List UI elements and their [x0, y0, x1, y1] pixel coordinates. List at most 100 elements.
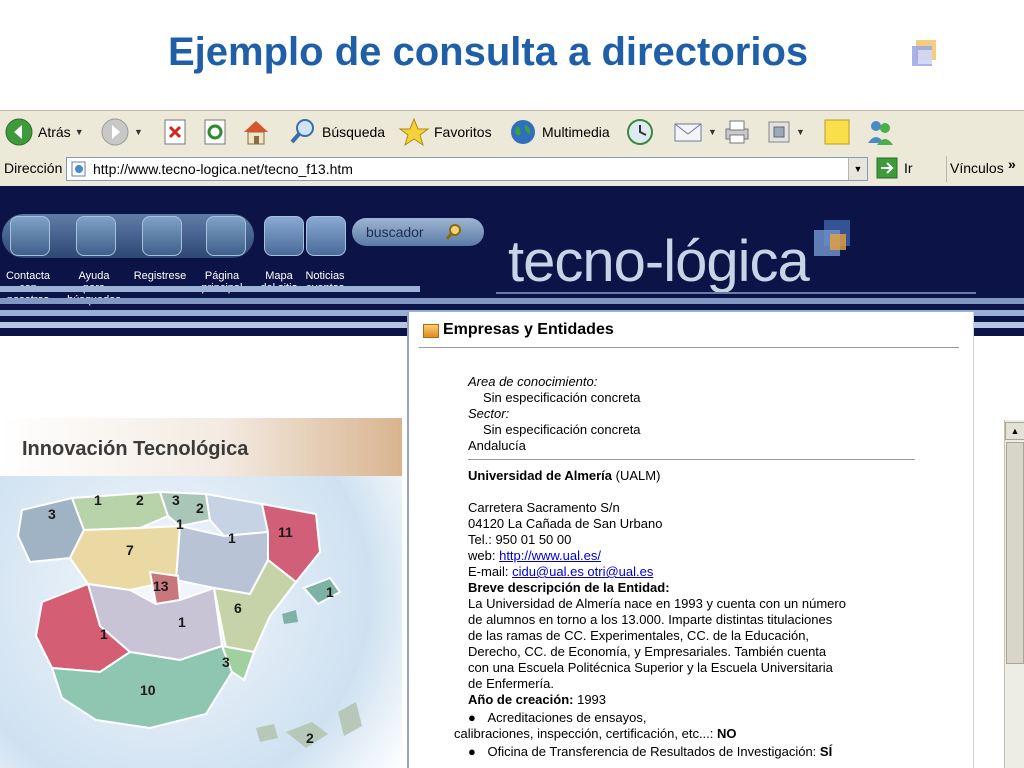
back-button[interactable]: Atrás ▼	[4, 115, 84, 149]
people-icon	[868, 121, 893, 145]
site-search-label[interactable]: buscador	[366, 224, 424, 240]
links-label[interactable]: Vínculos	[950, 160, 1004, 176]
forward-arrow-icon	[101, 118, 129, 146]
nav-label-register[interactable]: Registrese	[128, 270, 192, 282]
home-button[interactable]	[240, 115, 272, 149]
founded-value: 1993	[577, 692, 607, 707]
refresh-icon	[204, 119, 226, 145]
scroll-thumb[interactable]	[1006, 442, 1024, 664]
discuss-button[interactable]	[822, 115, 852, 149]
address-line: Carretera Sacramento S/n	[468, 500, 620, 515]
map-region	[70, 490, 170, 532]
innovation-title: Innovación Tecnológica	[22, 438, 249, 460]
description-heading: Breve descripción de la Entidad:	[468, 580, 670, 595]
description-line: con una Escuela Politécnica Superior y l…	[468, 660, 833, 675]
go-button[interactable]: Ir	[876, 157, 913, 179]
bullet-item: ● Oficina de Transferencia de Resultados…	[468, 744, 833, 759]
map-number: 1	[176, 516, 184, 532]
email-link[interactable]: cidu@ual.es otri@ual.es	[512, 564, 653, 579]
bullet-value: NO	[717, 726, 737, 741]
map-region	[256, 724, 278, 742]
map-number: 2	[196, 500, 204, 516]
go-label: Ir	[904, 160, 913, 176]
help-icon[interactable]	[76, 216, 116, 256]
stop-button[interactable]	[162, 115, 188, 149]
map-number: 1	[94, 492, 102, 508]
browser-toolbar: Atrás ▼ ▼ Búsqueda Favoritos Multimedia …	[0, 110, 1024, 153]
history-button[interactable]	[624, 115, 656, 149]
stop-icon	[164, 119, 186, 145]
map-number: 6	[234, 600, 242, 616]
back-label: Atrás	[38, 124, 71, 140]
folder-icon	[423, 324, 439, 338]
bullet-icon: ●	[468, 710, 476, 725]
description-line: La Universidad de Almería nace en 1993 y…	[468, 596, 846, 611]
page-icon	[71, 161, 86, 177]
web-row: web: http://www.ual.es/	[468, 548, 601, 564]
edit-icon	[768, 121, 790, 143]
scroll-up-button[interactable]: ▲	[1005, 422, 1024, 440]
links-more-button[interactable]: »	[1008, 156, 1016, 172]
print-button[interactable]	[722, 115, 752, 149]
map-number: 13	[153, 578, 169, 594]
bullet-value: SÍ	[819, 744, 833, 759]
home-icon	[244, 121, 268, 145]
chevron-down-icon[interactable]: ▼	[134, 127, 143, 137]
map-number: 1	[228, 530, 236, 546]
back-arrow-icon	[5, 118, 33, 146]
area-label: Area de conocimiento:	[468, 374, 598, 389]
contact-icon[interactable]	[10, 216, 50, 256]
register-icon[interactable]	[142, 216, 182, 256]
web-link[interactable]: http://www.ual.es/	[499, 548, 601, 563]
address-input[interactable]: http://www.tecno-logica.net/tecno_f13.ht…	[66, 157, 868, 181]
favorites-button[interactable]: Favoritos	[398, 115, 492, 149]
address-url[interactable]: http://www.tecno-logica.net/tecno_f13.ht…	[93, 161, 353, 177]
sector-label: Sector:	[468, 406, 510, 421]
email-row: E-mail: cidu@ual.es otri@ual.es	[468, 564, 653, 580]
chevron-down-icon[interactable]: ▼	[708, 127, 717, 137]
chevron-down-icon[interactable]: ▼	[796, 127, 805, 137]
search-button[interactable]: Búsqueda	[288, 115, 385, 149]
forward-button[interactable]: ▼	[100, 115, 143, 149]
home-page-icon[interactable]	[206, 216, 246, 256]
map-number: 3	[172, 492, 180, 508]
chevron-down-icon[interactable]: ▼	[75, 127, 84, 137]
go-arrow-icon	[876, 157, 898, 179]
spain-map[interactable]: 3 1 2 3 2 1 7 1 11 13 6 1 1 1 3 10 2	[0, 476, 402, 768]
web-page: Contacta con nosotros Ayuda para búsqued…	[0, 186, 1024, 768]
mail-button[interactable]: ▼	[672, 115, 717, 149]
map-number: 1	[100, 626, 108, 642]
spain-map-graphic	[16, 490, 362, 748]
banner-wave	[0, 286, 420, 292]
chevron-down-icon[interactable]: ▼	[848, 158, 867, 180]
banner-wave	[0, 298, 1024, 304]
description-line: de las ramas de CC. Experimentales, CC. …	[468, 628, 810, 643]
map-number: 1	[178, 614, 186, 630]
address-label: Dirección	[4, 160, 63, 176]
magnifier-icon	[290, 119, 314, 144]
entity-name: Universidad de Almería	[468, 468, 613, 483]
map-number: 1	[326, 584, 334, 600]
entity-abbr: (UALM)	[615, 468, 661, 483]
map-number: 3	[48, 506, 56, 522]
history-icon	[627, 119, 653, 145]
messenger-button[interactable]	[864, 115, 896, 149]
panel-title: Empresas y Entidades	[443, 321, 614, 338]
bullet-icon: ●	[468, 744, 476, 759]
map-region	[338, 702, 362, 736]
entity-heading: Universidad de Almería (UALM)	[468, 468, 660, 484]
map-number: 7	[126, 542, 134, 558]
page-scrollbar[interactable]: ▲	[1004, 420, 1024, 768]
logo-cube-icon	[814, 220, 850, 256]
sitemap-icon[interactable]	[264, 216, 304, 256]
multimedia-button[interactable]: Multimedia	[508, 115, 610, 149]
map-region	[302, 576, 342, 606]
multimedia-label: Multimedia	[542, 124, 610, 140]
news-icon[interactable]	[306, 216, 346, 256]
bullet-item-continued: calibraciones, inspección, certificación…	[454, 726, 737, 741]
refresh-button[interactable]	[202, 115, 228, 149]
slide-title: Ejemplo de consulta a directorios	[168, 30, 809, 74]
edit-button[interactable]: ▼	[766, 115, 805, 149]
divider	[468, 459, 915, 460]
search-icon[interactable]	[444, 222, 464, 242]
